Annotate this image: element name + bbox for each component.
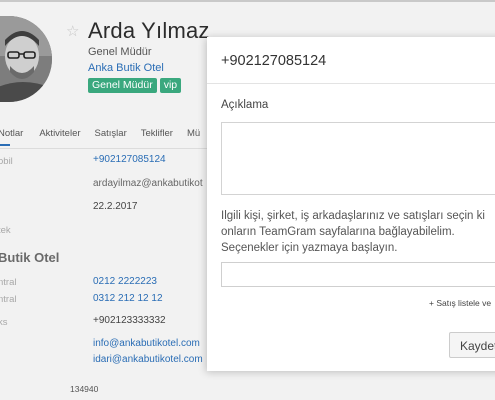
contact-name: Arda Yılmaz (88, 18, 210, 43)
link-help-text: Ilgili kişi, şirket, iş arkadaşlarınız v… (221, 210, 485, 254)
company-phone2-link[interactable]: 0312 212 12 12 (93, 293, 163, 304)
tab-notlar[interactable]: Notlar (0, 128, 23, 146)
company-fax: +902123333332 (93, 315, 166, 326)
phone1-label: ntral (0, 277, 17, 288)
company-email2-link[interactable]: idari@ankabutikotel.com (93, 354, 203, 365)
contact-title: Genel Müdür (88, 46, 152, 58)
tabs-divider (0, 148, 210, 149)
phone2-label: ntral (0, 294, 17, 305)
contact-company-link[interactable]: Anka Butik Otel (88, 62, 164, 74)
footer-number: 134940 (70, 384, 99, 394)
date-value: 22.2.2017 (93, 201, 138, 212)
tag-vip[interactable]: vip (159, 78, 182, 93)
tab-aktiviteler[interactable]: Aktiviteler (39, 128, 80, 146)
contact-tags: Genel Müdür vip (88, 78, 182, 93)
related-records-input[interactable] (221, 262, 495, 287)
misc-label: tek (0, 225, 11, 236)
company-email1-link[interactable]: info@ankabutikotel.com (93, 338, 200, 349)
description-label: Açıklama (221, 99, 269, 111)
company-phone1-link[interactable]: 0212 2222223 (93, 276, 157, 287)
favorite-star-icon[interactable]: ☆ (66, 22, 79, 40)
email-link[interactable]: ardayilmaz@ankabutikot (93, 178, 203, 189)
fax-label: ks (0, 317, 8, 328)
description-textarea[interactable] (221, 122, 495, 195)
tab-teklifler[interactable]: Teklifler (141, 128, 173, 146)
contact-avatar (0, 16, 52, 102)
tag-genel-mudur[interactable]: Genel Müdür (88, 78, 157, 93)
company-section-title: Butik Otel (0, 250, 60, 265)
call-note-modal: +902127085124 Açıklama Ilgili kişi, şirk… (207, 37, 495, 371)
add-sale-link[interactable]: + Satış listele ve (429, 298, 491, 308)
modal-divider (207, 83, 495, 84)
mobile-label: obil (0, 156, 13, 167)
tab-satislar[interactable]: Satışlar (95, 128, 127, 146)
contact-tabs: Notlar Aktiviteler Satışlar Teklifler Mü (0, 128, 214, 146)
modal-phone-title: +902127085124 (221, 53, 327, 69)
tab-more[interactable]: Mü (187, 128, 200, 146)
mobile-phone-link[interactable]: +902127085124 (93, 154, 166, 165)
save-button[interactable]: Kaydet (449, 332, 495, 358)
